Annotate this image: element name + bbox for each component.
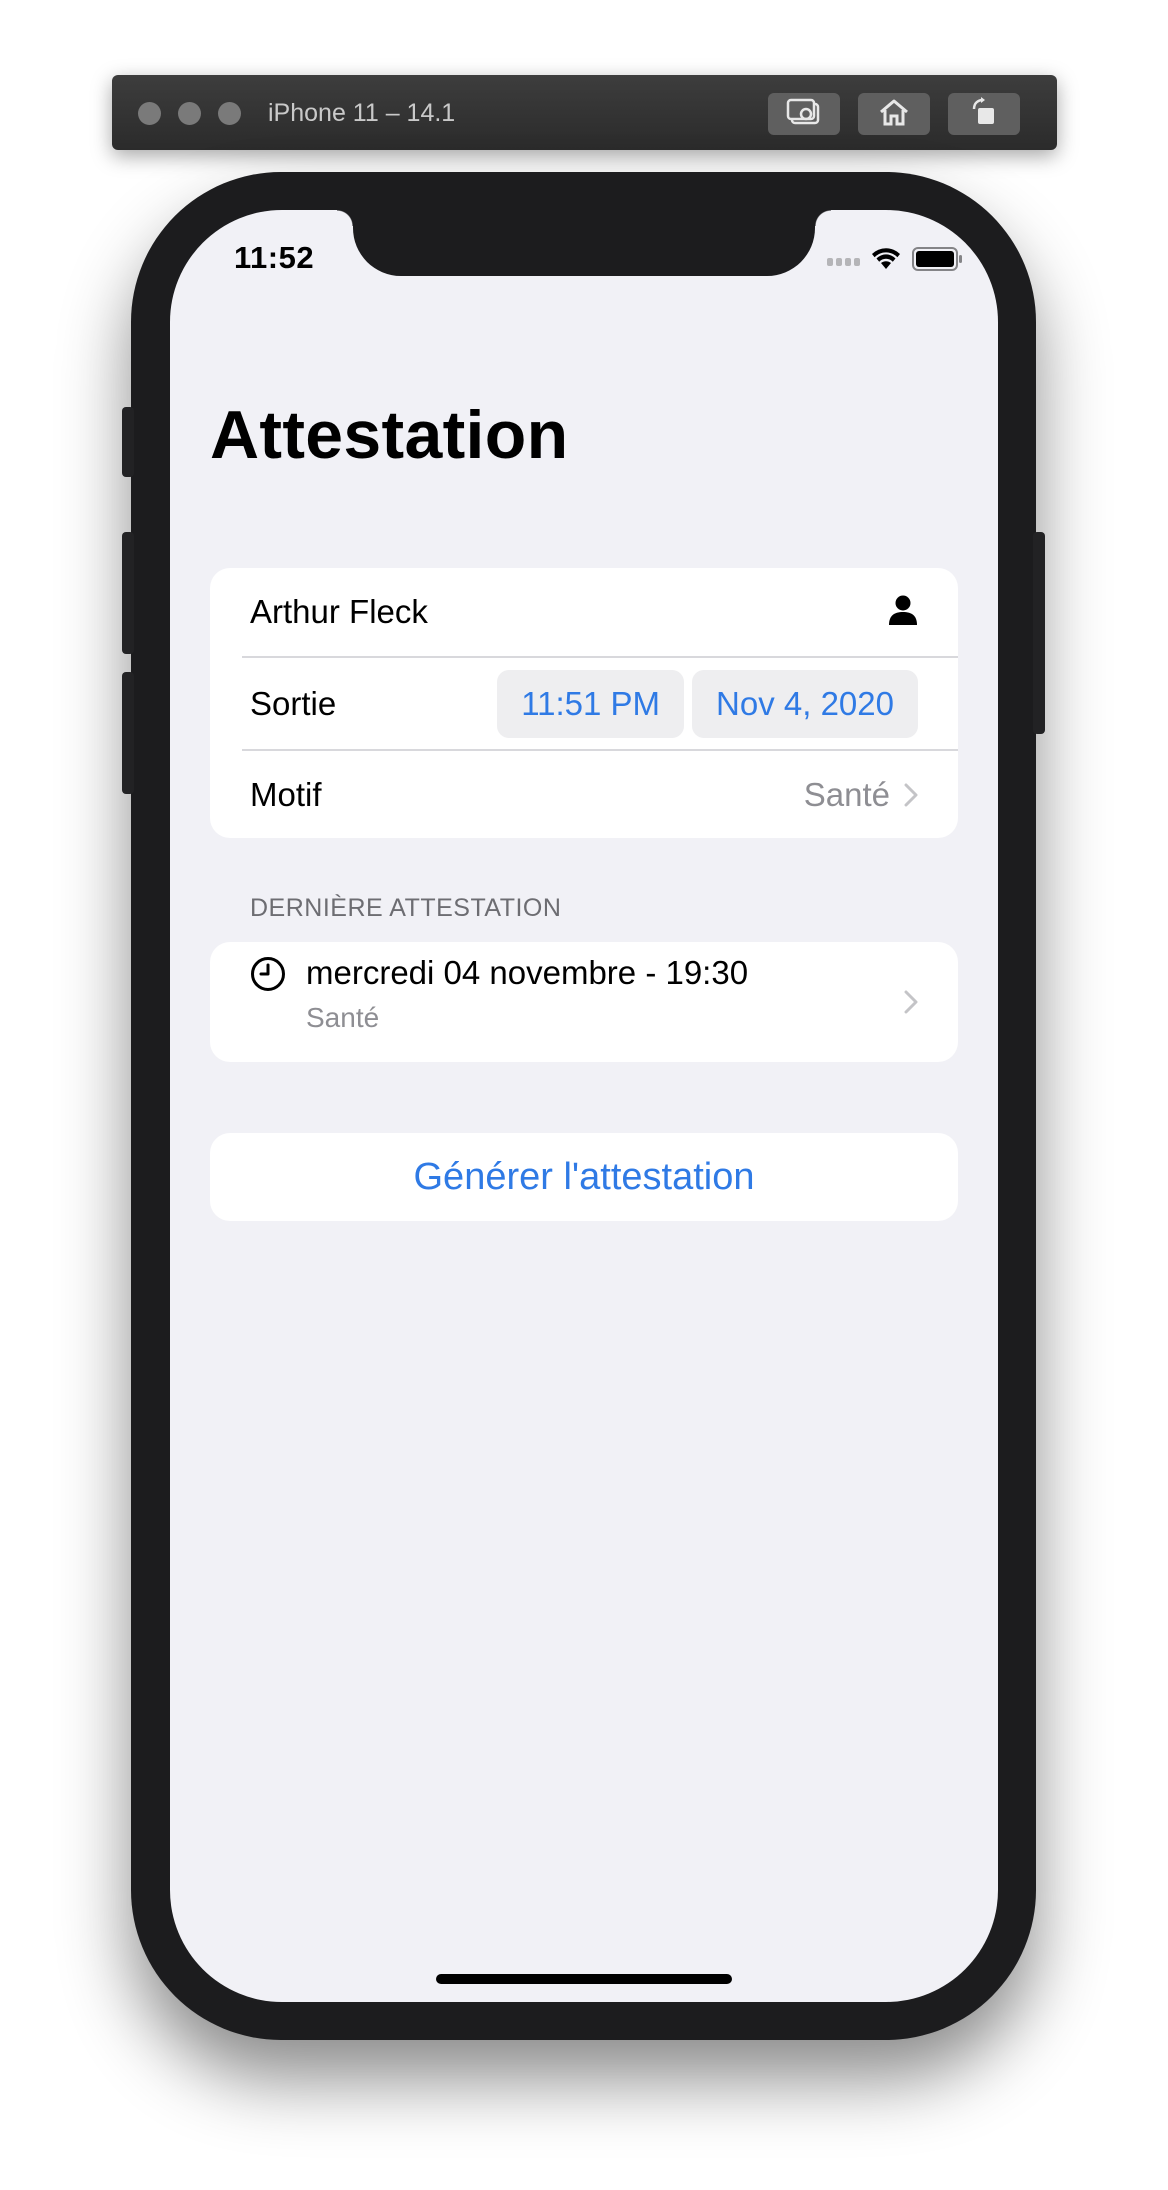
last-attestation-text: mercredi 04 novembre - 19:30 Santé	[306, 942, 748, 1062]
window-close-button[interactable]	[138, 102, 161, 125]
simulator-stage: iPhone 11 – 14.1 11:52 Attestation Arthu…	[0, 0, 1168, 2190]
home-icon	[878, 98, 910, 131]
screenshot-button[interactable]	[768, 93, 840, 135]
window-minimize-button[interactable]	[178, 102, 201, 125]
chevron-right-icon	[904, 783, 918, 807]
reason-label: Motif	[250, 775, 322, 813]
reason-value: Santé	[803, 775, 890, 813]
person-icon[interactable]	[888, 594, 918, 631]
silent-switch	[122, 407, 134, 477]
exit-time-picker[interactable]: 11:51 PM	[497, 669, 685, 738]
rotate-icon	[968, 96, 1000, 132]
chevron-right-icon	[904, 990, 918, 1014]
window-zoom-button[interactable]	[218, 102, 241, 125]
generate-card: Générer l'attestation	[210, 1133, 958, 1221]
last-attestation-card: mercredi 04 novembre - 19:30 Santé	[210, 942, 958, 1062]
last-attestation-row[interactable]: mercredi 04 novembre - 19:30 Santé	[210, 942, 958, 1062]
device-screen: 11:52 Attestation Arthur Fleck Sortie 11…	[170, 210, 998, 2002]
reason-row[interactable]: Motif Santé	[210, 751, 958, 838]
exit-label: Sortie	[250, 684, 337, 722]
exit-date-picker[interactable]: Nov 4, 2020	[692, 669, 918, 738]
home-indicator	[436, 1974, 732, 1984]
volume-up-button	[122, 532, 134, 654]
notch	[337, 210, 831, 276]
battery-icon	[912, 246, 964, 277]
exit-row: Sortie 11:51 PM Nov 4, 2020	[210, 658, 958, 749]
status-icons	[827, 246, 964, 277]
screenshot-icon	[786, 98, 822, 131]
attestation-form-card: Arthur Fleck Sortie 11:51 PM Nov 4, 2020…	[210, 568, 958, 838]
simulator-toolbar: iPhone 11 – 14.1	[112, 75, 1057, 150]
name-row[interactable]: Arthur Fleck	[210, 568, 958, 656]
last-attestation-title: mercredi 04 novembre - 19:30	[306, 954, 749, 991]
name-value: Arthur Fleck	[250, 593, 428, 630]
last-attestation-header: DERNIÈRE ATTESTATION	[250, 894, 562, 922]
wifi-icon	[870, 247, 902, 276]
generate-attestation-button[interactable]: Générer l'attestation	[210, 1133, 958, 1221]
cellular-signal-icon	[827, 257, 860, 266]
power-button	[1033, 532, 1045, 734]
rotate-button[interactable]	[948, 93, 1020, 135]
last-attestation-subtitle: Santé	[306, 1002, 380, 1033]
status-time: 11:52	[234, 240, 315, 275]
home-button[interactable]	[858, 93, 930, 135]
simulator-title: iPhone 11 – 14.1	[268, 99, 456, 127]
clock-icon	[250, 942, 286, 1062]
page-title: Attestation	[210, 397, 569, 473]
volume-down-button	[122, 672, 134, 794]
